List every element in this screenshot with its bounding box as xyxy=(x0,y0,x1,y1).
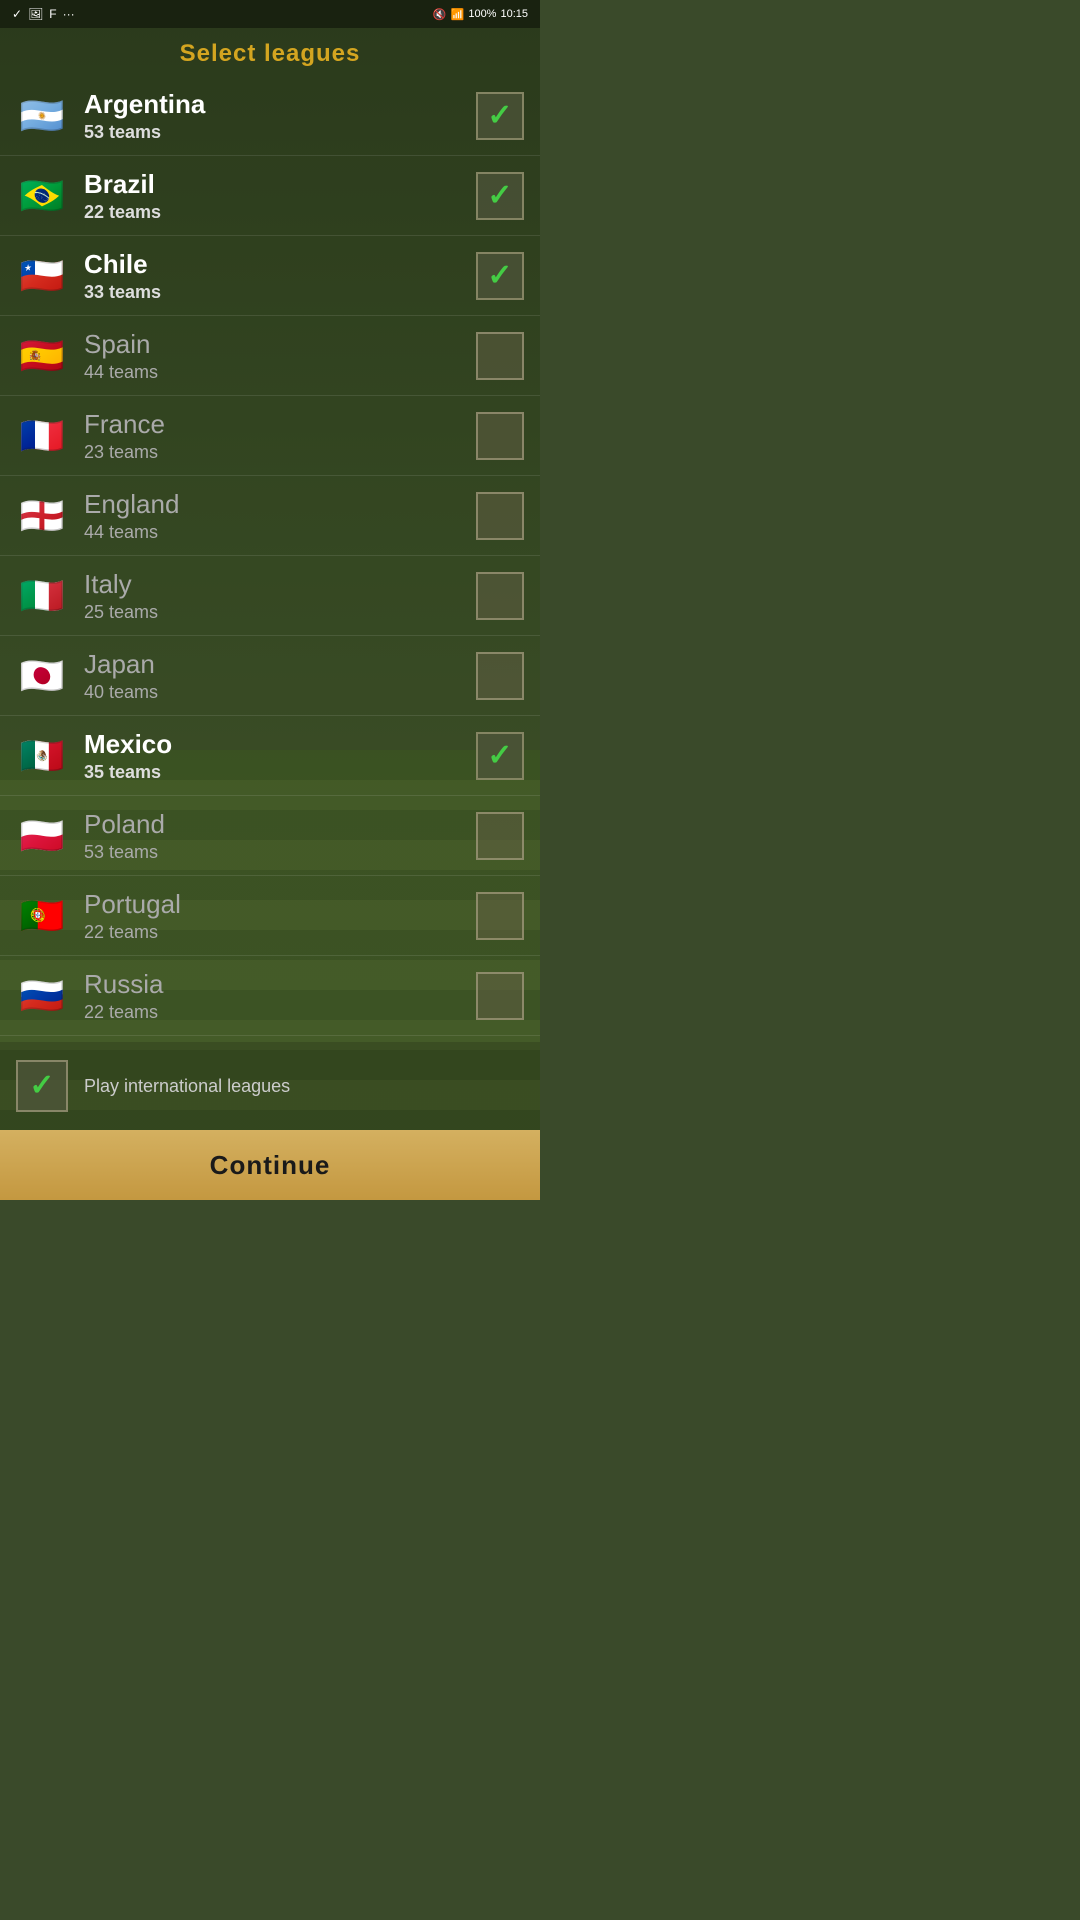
league-name-england: England xyxy=(84,489,476,520)
checkbox-mexico[interactable]: ✓ xyxy=(476,732,524,780)
flag-spain: 🇪🇸 xyxy=(16,330,68,382)
checkbox-chile[interactable]: ✓ xyxy=(476,252,524,300)
check-icon: ✓ xyxy=(12,7,22,21)
league-item-poland[interactable]: 🇵🇱 Poland53 teams xyxy=(0,796,540,876)
flag-argentina: 🇦🇷 xyxy=(16,90,68,142)
league-name-spain: Spain xyxy=(84,329,476,360)
league-item-italy[interactable]: 🇮🇹 Italy25 teams xyxy=(0,556,540,636)
league-item-brazil[interactable]: 🇧🇷 Brazil22 teams ✓ xyxy=(0,156,540,236)
league-info-france: France23 teams xyxy=(84,409,476,463)
league-teams-russia: 22 teams xyxy=(84,1002,476,1023)
international-label: Play international leagues xyxy=(84,1076,290,1097)
league-name-russia: Russia xyxy=(84,969,476,1000)
flag-france: 🇫🇷 xyxy=(16,410,68,462)
league-teams-mexico: 35 teams xyxy=(84,762,476,783)
checkbox-england[interactable] xyxy=(476,492,524,540)
league-item-argentina[interactable]: 🇦🇷 Argentina53 teams ✓ xyxy=(0,76,540,156)
league-name-argentina: Argentina xyxy=(84,89,476,120)
status-right-icons: 🔇 📶 100% 10:15 xyxy=(433,8,528,21)
checkmark-mexico: ✓ xyxy=(487,741,512,771)
continue-button[interactable]: Continue xyxy=(0,1130,540,1200)
checkbox-france[interactable] xyxy=(476,412,524,460)
league-info-poland: Poland53 teams xyxy=(84,809,476,863)
checkmark-brazil: ✓ xyxy=(487,181,512,211)
league-teams-poland: 53 teams xyxy=(84,842,476,863)
flag-chile: 🇨🇱 xyxy=(16,250,68,302)
league-teams-italy: 25 teams xyxy=(84,602,476,623)
flag-italy: 🇮🇹 xyxy=(16,570,68,622)
checkbox-portugal[interactable] xyxy=(476,892,524,940)
league-item-spain[interactable]: 🇪🇸 Spain44 teams xyxy=(0,316,540,396)
mute-icon: 🔇 xyxy=(433,8,447,21)
league-teams-portugal: 22 teams xyxy=(84,922,476,943)
league-item-japan[interactable]: 🇯🇵 Japan40 teams xyxy=(0,636,540,716)
league-name-portugal: Portugal xyxy=(84,889,476,920)
league-item-england[interactable]: 🏴󠁧󠁢󠁥󠁮󠁧󠁿 England44 teams xyxy=(0,476,540,556)
flip-icon: F xyxy=(49,7,56,21)
leagues-list: 🇦🇷Argentina53 teams✓🇧🇷Brazil22 teams✓🇨🇱C… xyxy=(0,76,540,1042)
flag-russia: 🇷🇺 xyxy=(16,970,68,1022)
checkbox-brazil[interactable]: ✓ xyxy=(476,172,524,220)
checkbox-poland[interactable] xyxy=(476,812,524,860)
league-name-brazil: Brazil xyxy=(84,169,476,200)
league-name-poland: Poland xyxy=(84,809,476,840)
league-name-chile: Chile xyxy=(84,249,476,280)
battery-text: 100% xyxy=(468,8,496,20)
checkbox-argentina[interactable]: ✓ xyxy=(476,92,524,140)
international-leagues-row[interactable]: ✓ Play international leagues xyxy=(16,1052,524,1120)
checkbox-italy[interactable] xyxy=(476,572,524,620)
checkbox-russia[interactable] xyxy=(476,972,524,1020)
league-name-mexico: Mexico xyxy=(84,729,476,760)
international-checkbox[interactable]: ✓ xyxy=(16,1060,68,1112)
league-info-england: England44 teams xyxy=(84,489,476,543)
league-info-argentina: Argentina53 teams xyxy=(84,89,476,143)
league-info-spain: Spain44 teams xyxy=(84,329,476,383)
league-item-chile[interactable]: 🇨🇱 Chile33 teams ✓ xyxy=(0,236,540,316)
league-teams-japan: 40 teams xyxy=(84,682,476,703)
league-teams-chile: 33 teams xyxy=(84,282,476,303)
league-teams-argentina: 53 teams xyxy=(84,122,476,143)
flag-england: 🏴󠁧󠁢󠁥󠁮󠁧󠁿 xyxy=(16,490,68,542)
checkbox-japan[interactable] xyxy=(476,652,524,700)
bottom-section: ✓ Play international leagues xyxy=(0,1042,540,1130)
league-item-portugal[interactable]: 🇵🇹 Portugal22 teams xyxy=(0,876,540,956)
flag-brazil: 🇧🇷 xyxy=(16,170,68,222)
status-left-icons: ✓ 🖼 F ··· xyxy=(12,7,75,21)
league-item-russia[interactable]: 🇷🇺 Russia22 teams xyxy=(0,956,540,1036)
checkmark-argentina: ✓ xyxy=(487,101,512,131)
flag-japan: 🇯🇵 xyxy=(16,650,68,702)
flag-poland: 🇵🇱 xyxy=(16,810,68,862)
time-display: 10:15 xyxy=(500,8,528,20)
league-name-france: France xyxy=(84,409,476,440)
flag-portugal: 🇵🇹 xyxy=(16,890,68,942)
league-info-russia: Russia22 teams xyxy=(84,969,476,1023)
page-title: Select leagues xyxy=(0,28,540,76)
league-item-france[interactable]: 🇫🇷 France23 teams xyxy=(0,396,540,476)
checkbox-spain[interactable] xyxy=(476,332,524,380)
league-info-italy: Italy25 teams xyxy=(84,569,476,623)
wifi-icon: 📶 xyxy=(451,8,465,21)
league-info-chile: Chile33 teams xyxy=(84,249,476,303)
league-info-portugal: Portugal22 teams xyxy=(84,889,476,943)
flag-mexico: 🇲🇽 xyxy=(16,730,68,782)
more-icon: ··· xyxy=(63,7,75,21)
league-teams-spain: 44 teams xyxy=(84,362,476,383)
league-info-japan: Japan40 teams xyxy=(84,649,476,703)
league-teams-france: 23 teams xyxy=(84,442,476,463)
status-bar: ✓ 🖼 F ··· 🔇 📶 100% 10:15 xyxy=(0,0,540,28)
league-teams-england: 44 teams xyxy=(84,522,476,543)
image-icon: 🖼 xyxy=(28,7,43,21)
continue-label: Continue xyxy=(210,1150,331,1181)
league-name-japan: Japan xyxy=(84,649,476,680)
league-info-mexico: Mexico35 teams xyxy=(84,729,476,783)
league-name-italy: Italy xyxy=(84,569,476,600)
league-item-mexico[interactable]: 🇲🇽 Mexico35 teams ✓ xyxy=(0,716,540,796)
international-checkmark: ✓ xyxy=(29,1071,54,1101)
league-info-brazil: Brazil22 teams xyxy=(84,169,476,223)
league-teams-brazil: 22 teams xyxy=(84,202,476,223)
checkmark-chile: ✓ xyxy=(487,261,512,291)
